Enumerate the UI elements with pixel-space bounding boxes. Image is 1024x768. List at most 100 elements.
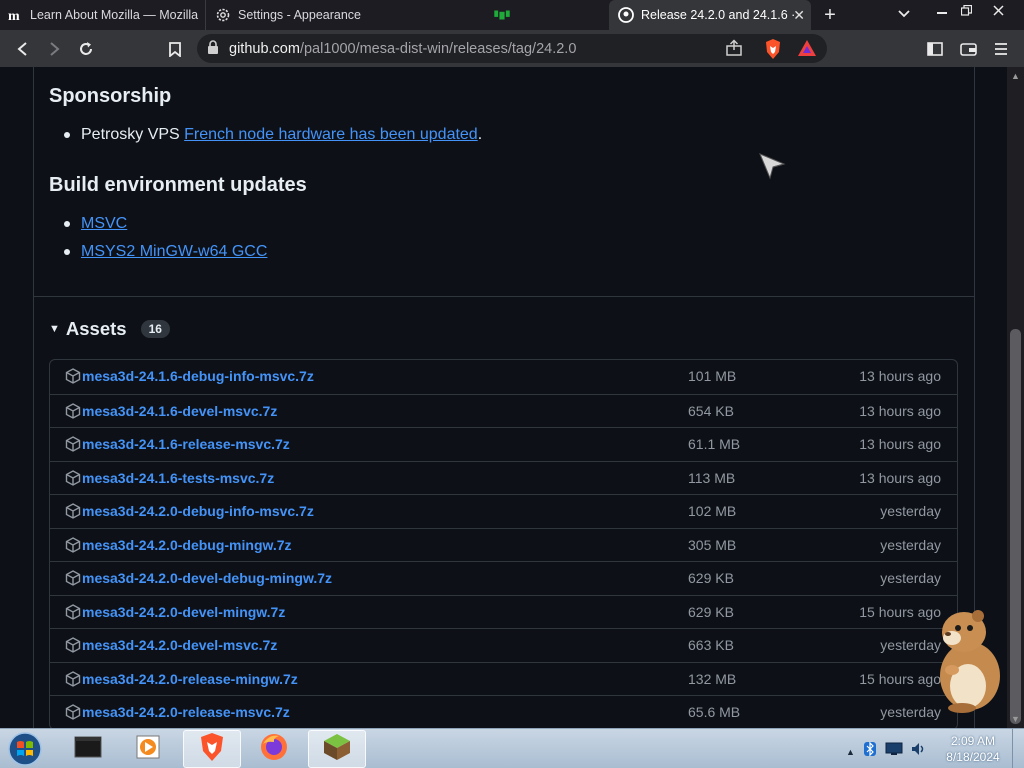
- asset-size: 654 KB: [688, 402, 734, 419]
- show-desktop-button[interactable]: [1012, 729, 1024, 768]
- clock-time: 2:09 AM: [950, 734, 996, 748]
- media-player-taskbar-button[interactable]: [120, 730, 178, 768]
- sponsor-text: Petrosky VPS: [81, 126, 185, 143]
- list-item: MSVC: [64, 215, 127, 233]
- tray-expand-icon[interactable]: ▲: [846, 747, 855, 757]
- sponsorship-heading: Sponsorship: [49, 85, 172, 107]
- tab-title: Release 24.2.0 and 24.1.6 ·: [641, 8, 796, 22]
- sidebar-icon[interactable]: [924, 38, 946, 60]
- assets-title: Assets: [65, 318, 127, 339]
- terminal-icon: [73, 733, 105, 766]
- minecraft-taskbar-button[interactable]: [308, 730, 366, 768]
- msvc-link[interactable]: MSVC: [81, 215, 127, 233]
- asset-time: yesterday: [880, 503, 941, 519]
- asset-size: 113 MB: [688, 469, 736, 486]
- list-item: MSYS2 MinGW-w64 GCC: [64, 243, 267, 261]
- sponsor-link[interactable]: French node hardware has been updated: [184, 126, 478, 144]
- asset-time: yesterday: [880, 536, 941, 553]
- asset-link[interactable]: mesa3d-24.2.0-release-msvc.7z: [82, 704, 290, 720]
- package-icon: [65, 603, 81, 620]
- scroll-down-arrow-icon[interactable]: ▼: [1011, 714, 1020, 724]
- mouse-cursor: [758, 152, 786, 180]
- asset-row: mesa3d-24.2.0-debug-mingw.7z 305 MB yester…: [50, 527, 957, 562]
- mozilla-m-icon: m: [8, 6, 24, 24]
- package-icon: [65, 402, 81, 419]
- bluetooth-icon[interactable]: [863, 741, 877, 762]
- asset-size: 102 MB: [688, 503, 737, 519]
- forward-icon[interactable]: [43, 38, 65, 60]
- new-tab-button[interactable]: +: [815, 0, 845, 30]
- asset-row: mesa3d-24.1.6-tests-msvc.7z 113 MB 13 hour…: [50, 460, 957, 495]
- back-icon[interactable]: [12, 38, 34, 60]
- tab-github-release[interactable]: Release 24.2.0 and 24.1.6 · ✕: [609, 0, 811, 30]
- url-path: /pal1000/mesa-dist-win/releases/tag/24.2…: [299, 40, 577, 57]
- asset-size: 65.6 MB: [688, 704, 741, 720]
- asset-link[interactable]: mesa3d-24.1.6-tests-msvc.7z: [82, 470, 274, 486]
- package-icon: [65, 704, 81, 720]
- tab-title: Settings - Appearance: [238, 8, 361, 22]
- package-icon: [65, 670, 81, 687]
- asset-row: mesa3d-24.1.6-devel-msvc.7z 654 KB 13 hour…: [50, 393, 957, 428]
- asset-link[interactable]: mesa3d-24.1.6-debug-info-msvc.7z: [82, 368, 314, 384]
- asset-link[interactable]: mesa3d-24.2.0-devel-mingw.7z: [82, 604, 285, 620]
- asset-time: yesterday: [880, 570, 941, 586]
- asset-time: 13 hours ago: [859, 436, 941, 452]
- brave-shields-icon[interactable]: [763, 38, 783, 59]
- github-icon: [617, 6, 635, 24]
- asset-size: 305 MB: [688, 536, 737, 553]
- close-tab-icon[interactable]: ✕: [793, 7, 805, 24]
- asset-row: mesa3d-24.1.6-release-msvc.7z 61.1 MB 13 h…: [50, 427, 957, 461]
- clock-date: 8/18/2024: [946, 750, 1000, 764]
- start-orb-icon[interactable]: [4, 730, 46, 768]
- scroll-thumb[interactable]: [1010, 329, 1021, 724]
- package-icon: [65, 536, 81, 553]
- firefox-taskbar-button[interactable]: [245, 730, 303, 768]
- tab-learn-about-mozilla[interactable]: m Learn About Mozilla — Mozilla: [0, 0, 205, 30]
- settings-gear-icon: [214, 6, 232, 24]
- bullet-dot: [64, 132, 70, 138]
- lock-icon: [207, 40, 223, 57]
- share-icon[interactable]: [725, 39, 743, 57]
- brave-rewards-icon[interactable]: [797, 38, 817, 58]
- asset-link[interactable]: mesa3d-24.2.0-devel-debug-mingw.7z: [82, 570, 332, 586]
- system-tray: ▲: [846, 741, 927, 762]
- brave-taskbar-button[interactable]: [183, 730, 241, 768]
- chevron-down-icon[interactable]: [898, 6, 910, 21]
- msys2-link[interactable]: MSYS2 MinGW-w64 GCC: [81, 243, 267, 261]
- media-player-icon: [134, 733, 164, 766]
- asset-time: 13 hours ago: [859, 469, 941, 486]
- asset-list: mesa3d-24.1.6-debug-info-msvc.7z 101 MB 13…: [49, 359, 958, 728]
- asset-row: mesa3d-24.2.0-devel-debug-mingw.7z 629 KB…: [50, 561, 957, 595]
- address-bar[interactable]: github.com/pal1000/mesa-dist-win/release…: [197, 34, 827, 63]
- asset-time: 13 hours ago: [859, 368, 941, 384]
- tab-strip: m Learn About Mozilla — Mozilla Settings…: [0, 0, 1024, 30]
- assets-count-badge: 16: [140, 320, 170, 338]
- network-icon[interactable]: [885, 742, 903, 761]
- asset-link[interactable]: mesa3d-24.2.0-release-mingw.7z: [82, 671, 298, 687]
- asset-link[interactable]: mesa3d-24.2.0-devel-msvc.7z: [82, 637, 277, 653]
- wallet-icon[interactable]: [957, 38, 979, 60]
- reload-icon[interactable]: [75, 38, 97, 60]
- tab-game[interactable]: [405, 0, 609, 30]
- package-icon: [65, 469, 81, 486]
- asset-link[interactable]: mesa3d-24.2.0-debug-mingw.7z: [82, 537, 292, 553]
- asset-link[interactable]: mesa3d-24.2.0-debug-info-msvc.7z: [82, 503, 314, 519]
- assets-toggle[interactable]: ▼ Assets 16: [49, 318, 170, 340]
- restore-icon[interactable]: [952, 0, 980, 20]
- minecraft-icon: [322, 732, 352, 767]
- tab-title: Learn About Mozilla — Mozilla: [30, 8, 199, 22]
- asset-link[interactable]: mesa3d-24.1.6-release-msvc.7z: [82, 436, 290, 452]
- terminal-taskbar-button[interactable]: [60, 730, 118, 768]
- asset-link[interactable]: mesa3d-24.1.6-devel-msvc.7z: [82, 403, 277, 419]
- bookmark-icon[interactable]: [164, 38, 186, 60]
- windows-taskbar: ▲ 2:09 AM 8/18/2024: [0, 728, 1024, 768]
- tab-settings-appearance[interactable]: Settings - Appearance: [205, 0, 405, 30]
- list-item: Petrosky VPS French node hardware has be…: [64, 126, 482, 144]
- menu-icon[interactable]: [990, 38, 1012, 60]
- close-window-icon[interactable]: [984, 0, 1012, 20]
- volume-icon[interactable]: [911, 741, 927, 762]
- screen: m Learn About Mozilla — Mozilla Settings…: [0, 0, 1024, 768]
- url-text[interactable]: github.com/pal1000/mesa-dist-win/release…: [229, 41, 576, 57]
- taskbar-clock[interactable]: 2:09 AM 8/18/2024: [940, 733, 1006, 765]
- scroll-up-arrow-icon[interactable]: ▲: [1011, 71, 1020, 81]
